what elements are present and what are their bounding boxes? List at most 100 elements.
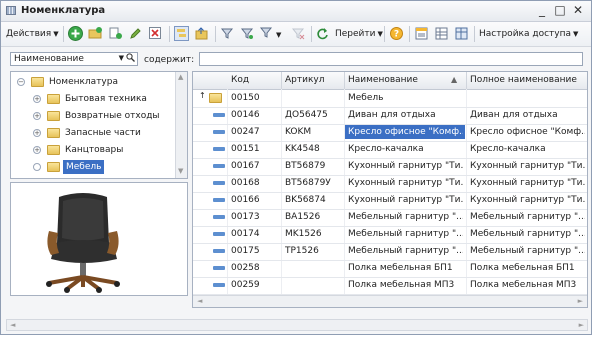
folder-icon	[209, 93, 222, 103]
column-header-article[interactable]: Артикул	[285, 75, 324, 85]
folder-icon	[47, 128, 60, 138]
scroll-right-icon[interactable]: ►	[579, 321, 584, 329]
cell-article: BT56879	[285, 161, 326, 171]
table-row[interactable]: 00174 MK1526 Мебельный гарнитур "... Меб…	[193, 226, 587, 244]
filter-settings-icon[interactable]	[220, 26, 235, 41]
parent-group-row[interactable]: ↑ 00150 Мебель	[193, 90, 587, 108]
list-structure-icon[interactable]	[434, 26, 449, 41]
item-icon	[213, 232, 225, 236]
edit-pencil-icon[interactable]	[128, 26, 143, 41]
parent-level-icon[interactable]	[194, 26, 209, 41]
access-settings-menu[interactable]: Настройка доступа ▼	[479, 25, 578, 43]
table-row[interactable]: 00167 BT56879 Кухонный гарнитур "Ти... К…	[193, 158, 587, 176]
minimize-button[interactable]: _	[535, 3, 549, 17]
copy-icon[interactable]	[108, 26, 123, 41]
office-chair-image	[46, 193, 120, 293]
column-divider[interactable]	[281, 72, 282, 89]
hierarchy-view-icon[interactable]	[174, 26, 189, 41]
column-divider[interactable]	[466, 72, 467, 89]
dropdown-arrow-icon: ▼	[276, 31, 282, 39]
table-row[interactable]: 00146 ДО56475 Диван для отдыха Диван для…	[193, 107, 587, 125]
item-icon	[213, 147, 225, 151]
item-icon	[213, 283, 225, 287]
goto-menu[interactable]: Перейти ▼	[335, 25, 383, 43]
cell-article: BK56874	[285, 195, 326, 205]
table-row[interactable]: 00259 Полка мебельная МП3 Полка мебельна…	[193, 277, 587, 295]
actions-menu[interactable]: Действия ▼	[6, 25, 59, 43]
cell-article: ДО56475	[285, 110, 328, 120]
search-input[interactable]	[199, 52, 583, 66]
table-row[interactable]: 00168 BT56879У Кухонный гарнитур "Ти... …	[193, 175, 587, 193]
table-row[interactable]: 00258 Полка мебельная БП1 Полка мебельна…	[193, 260, 587, 278]
cell-full-name: Кресло офисное "Комф...	[470, 127, 585, 137]
tree-item-label: Бытовая техника	[65, 94, 147, 104]
cell-article: TP1526	[285, 246, 319, 256]
expand-icon[interactable]: +	[33, 112, 41, 120]
cell-article: BT56879У	[285, 178, 331, 188]
table-horizontal-scrollbar[interactable]: ◄ ►	[193, 295, 587, 307]
scroll-left-icon[interactable]: ◄	[197, 297, 202, 305]
cell-name: Кухонный гарнитур "Ти...	[348, 178, 463, 188]
add-icon[interactable]	[68, 26, 83, 41]
cell-full-name: Мебельный гарнитур "...	[470, 246, 585, 256]
column-header-full-name[interactable]: Полное наименование	[470, 75, 577, 85]
close-button[interactable]: ✕	[571, 3, 585, 17]
cell-code: 00247	[231, 127, 260, 137]
scroll-right-icon[interactable]: ►	[578, 297, 583, 305]
column-divider[interactable]	[344, 72, 345, 89]
expand-icon[interactable]: +	[33, 95, 41, 103]
toolbar-separator	[474, 26, 475, 42]
toolbar-separator	[311, 26, 312, 42]
cell-code: 00175	[231, 246, 260, 256]
column-header-name[interactable]: Наименование	[348, 75, 418, 85]
cell-full-name: Кухонный гарнитур "Ти...	[470, 161, 585, 171]
scroll-left-icon[interactable]: ◄	[10, 321, 15, 329]
scroll-up-icon[interactable]: ▲	[178, 73, 183, 81]
add-group-icon[interactable]	[88, 26, 103, 41]
column-header-code[interactable]: Код	[231, 75, 249, 85]
dropdown-arrow-icon: ▼	[377, 30, 383, 38]
leaf-node-icon	[33, 163, 41, 171]
item-icon	[213, 198, 225, 202]
scroll-down-icon[interactable]: ▼	[178, 167, 183, 175]
search-icon[interactable]	[126, 53, 135, 66]
folder-icon	[47, 145, 60, 155]
cell-full-name: Мебельный гарнитур "...	[470, 229, 585, 239]
item-icon	[213, 164, 225, 168]
tree-scrollbar[interactable]: ▲ ▼	[175, 72, 187, 178]
maximize-button[interactable]: □	[553, 3, 567, 17]
toolbar-separator	[384, 26, 385, 42]
list-form-icon	[6, 6, 16, 15]
delete-mark-icon[interactable]	[148, 26, 163, 41]
clear-filter-icon[interactable]	[291, 26, 306, 41]
refresh-icon[interactable]	[315, 26, 330, 41]
items-table: Код Артикул Наименование ▲ Полное наимен…	[192, 71, 588, 308]
tree-item-label: Возвратные отходы	[65, 111, 160, 121]
cell-name: Мебельный гарнитур "...	[348, 229, 463, 239]
item-icon	[213, 181, 225, 185]
chevron-down-icon[interactable]: ▼	[119, 54, 124, 62]
filter-field-select[interactable]: Наименование ▼	[10, 52, 138, 66]
collapse-icon[interactable]: −	[17, 78, 25, 86]
expand-icon[interactable]: +	[33, 146, 41, 154]
item-icon	[213, 215, 225, 219]
help-icon[interactable]: ?	[389, 26, 404, 41]
table-row[interactable]: 00166 BK56874 Кухонный гарнитур "Ти... К…	[193, 192, 587, 210]
cell-code: 00151	[231, 144, 260, 154]
filter-field-value: Наименование	[14, 54, 84, 64]
table-row[interactable]: 00175 TP1526 Мебельный гарнитур "... Меб…	[193, 243, 587, 261]
table-row[interactable]: 00173 BA1526 Мебельный гарнитур "... Меб…	[193, 209, 587, 227]
filter-by-value-icon[interactable]	[240, 26, 255, 41]
print-list-icon[interactable]	[414, 26, 429, 41]
cell-article: KK4548	[285, 144, 320, 154]
expand-icon[interactable]: +	[33, 129, 41, 137]
tree-item-label: Канцтовары	[65, 145, 124, 155]
filter-history-dropdown[interactable]: ▼	[259, 25, 281, 43]
table-row[interactable]: 00151 KK4548 Кресло-качалка Кресло-качал…	[193, 141, 587, 159]
cell-full-name: Кресло-качалка	[470, 144, 546, 154]
folder-icon	[47, 111, 60, 121]
form-settings-icon[interactable]	[454, 26, 469, 41]
form-horizontal-scrollbar[interactable]: ◄ ►	[6, 319, 588, 331]
table-row-selected[interactable]: 00247 KOKM Кресло офисное "Комф... Кресл…	[193, 124, 587, 142]
cell-code: 00146	[231, 110, 260, 120]
